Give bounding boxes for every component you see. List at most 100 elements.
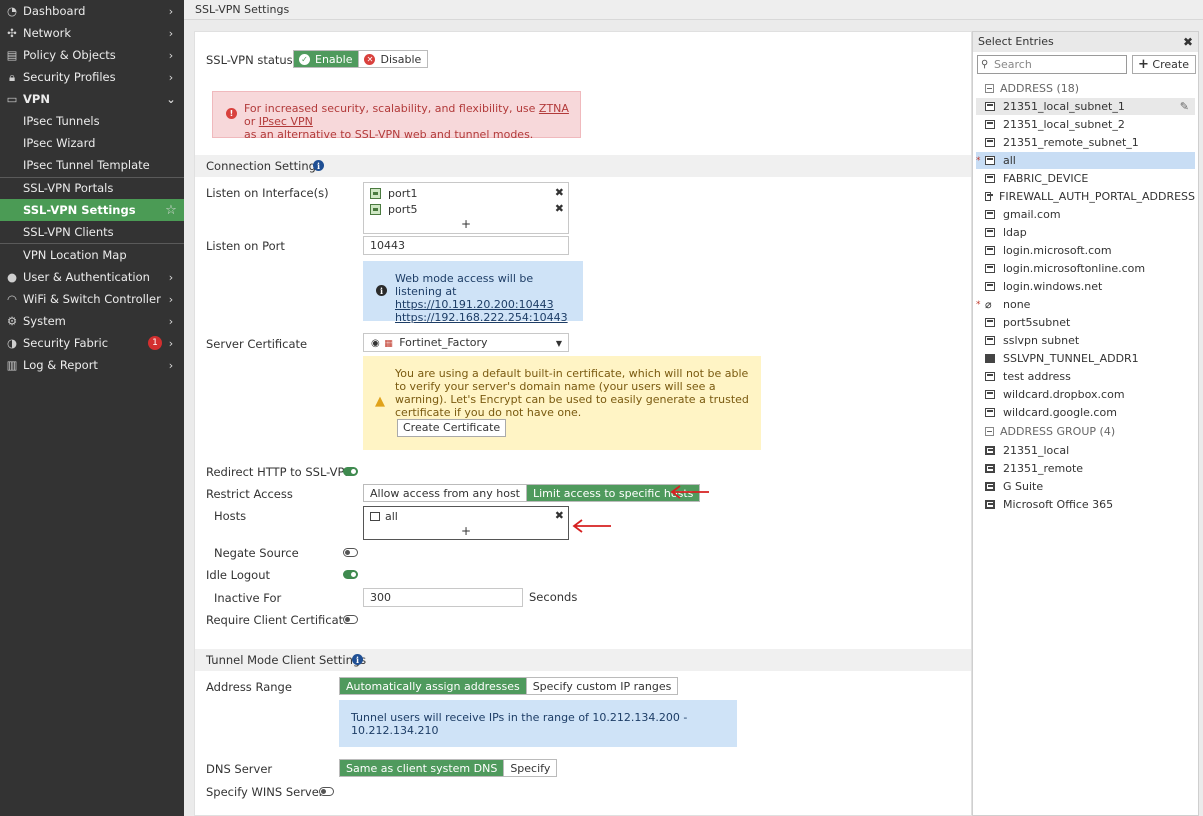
- list-item[interactable]: wildcard.dropbox.com: [976, 386, 1195, 403]
- add-icon[interactable]: +: [461, 524, 471, 538]
- list-item[interactable]: login.microsoftonline.com: [976, 260, 1195, 277]
- list-item[interactable]: gmail.com: [976, 206, 1195, 223]
- interface-selector[interactable]: port1 ✖ port5 ✖ +: [363, 182, 569, 234]
- list-item[interactable]: test address: [976, 368, 1195, 385]
- sidebar-item-sslvpn-settings[interactable]: SSL-VPN Settings ☆: [0, 199, 184, 221]
- auto-assign-button[interactable]: Automatically assign addresses: [340, 678, 526, 694]
- address-group-icon: [985, 482, 995, 491]
- listen-port-input[interactable]: 10443: [363, 236, 569, 255]
- client-certificate-toggle[interactable]: [343, 615, 358, 624]
- address-category[interactable]: ADDRESS (18): [976, 80, 1195, 97]
- redirect-http-toggle[interactable]: [343, 467, 358, 476]
- x-circle-icon: ✕: [364, 53, 376, 65]
- enable-button[interactable]: ✓ Enable: [294, 51, 359, 67]
- custom-ip-ranges-button[interactable]: Specify custom IP ranges: [525, 678, 678, 694]
- sidebar-item-label: VPN Location Map: [23, 248, 127, 262]
- list-item[interactable]: sslvpn subnet: [976, 332, 1195, 349]
- list-item[interactable]: Microsoft Office 365: [976, 496, 1195, 513]
- sidebar-item-security-profiles[interactable]: 🔒︎ Security Profiles ›: [0, 66, 184, 88]
- create-button[interactable]: + Create: [1132, 55, 1196, 74]
- add-icon[interactable]: +: [461, 217, 471, 231]
- wins-servers-toggle[interactable]: [319, 787, 334, 796]
- address-group-category[interactable]: ADDRESS GROUP (4): [976, 423, 1195, 440]
- host-entry: all: [370, 509, 398, 523]
- info-icon[interactable]: i: [352, 654, 363, 665]
- sidebar-item-wifi-switch[interactable]: ◠ WiFi & Switch Controller ›: [0, 288, 184, 310]
- page-title: SSL-VPN Settings: [184, 0, 1203, 20]
- sidebar-item-network[interactable]: ✣ Network ›: [0, 22, 184, 44]
- sidebar-item-user-authentication[interactable]: ● User & Authentication ›: [0, 266, 184, 288]
- arrow-annotation: [670, 485, 709, 499]
- entry-label: login.microsoft.com: [1003, 244, 1112, 257]
- sidebar-item-system[interactable]: ⚙ System ›: [0, 310, 184, 332]
- ztna-link[interactable]: ZTNA: [539, 102, 569, 115]
- allow-any-host-button[interactable]: Allow access from any host: [364, 485, 526, 501]
- list-item[interactable]: SSLVPN_TUNNEL_ADDR1: [976, 350, 1195, 367]
- list-item[interactable]: * ⌀ none: [976, 296, 1195, 313]
- list-item[interactable]: 21351_remote: [976, 460, 1195, 477]
- category-label: ADDRESS (18): [1000, 82, 1080, 95]
- sidebar-item-label: IPsec Tunnels: [23, 114, 100, 128]
- info-icon[interactable]: i: [313, 160, 324, 171]
- sidebar-item-policy-objects[interactable]: ▤ Policy & Objects ›: [0, 44, 184, 66]
- list-item[interactable]: * all: [976, 152, 1195, 169]
- list-item[interactable]: FIREWALL_AUTH_PORTAL_ADDRESS: [976, 188, 1195, 205]
- specify-dns-button[interactable]: Specify: [503, 760, 556, 776]
- info-text: Web mode access will be listening at: [395, 272, 534, 298]
- list-item[interactable]: 21351_remote_subnet_1: [976, 134, 1195, 151]
- disable-button[interactable]: ✕ Disable: [358, 51, 427, 67]
- sidebar-item-sslvpn-portals[interactable]: SSL-VPN Portals: [0, 177, 184, 199]
- server-certificate-select[interactable]: ◉ ▦ Fortinet_Factory ▼: [363, 333, 569, 352]
- alert-text: or: [244, 115, 259, 128]
- inactive-for-input[interactable]: 300: [363, 588, 523, 607]
- list-item[interactable]: FABRIC_DEVICE: [976, 170, 1195, 187]
- list-item[interactable]: 21351_local: [976, 442, 1195, 459]
- remove-icon[interactable]: ✖: [555, 509, 564, 522]
- create-certificate-button[interactable]: Create Certificate: [397, 419, 507, 437]
- url-link[interactable]: https://10.191.20.200:10443: [395, 298, 554, 311]
- list-item[interactable]: wildcard.google.com: [976, 404, 1195, 421]
- search-input[interactable]: ⚲ Search: [977, 55, 1127, 74]
- list-item[interactable]: login.windows.net: [976, 278, 1195, 295]
- sidebar-item-ipsec-tunnel-template[interactable]: IPsec Tunnel Template: [0, 154, 184, 176]
- remove-icon[interactable]: ✖: [555, 202, 564, 215]
- sidebar-item-log-report[interactable]: ▥ Log & Report ›: [0, 354, 184, 376]
- list-item[interactable]: G Suite: [976, 478, 1195, 495]
- sidebar-item-security-fabric[interactable]: ◑ Security Fabric 1 ›: [0, 332, 184, 354]
- address-range-label: Address Range: [206, 680, 292, 694]
- close-icon[interactable]: ✖: [1183, 32, 1193, 52]
- sidebar-item-dashboard[interactable]: ◔ Dashboard ›: [0, 0, 184, 22]
- list-item[interactable]: port5subnet: [976, 314, 1195, 331]
- redirect-http-label: Redirect HTTP to SSL-VPN: [206, 465, 354, 479]
- ipsec-vpn-link[interactable]: IPsec VPN: [259, 115, 313, 128]
- idle-logout-toggle[interactable]: [343, 570, 358, 579]
- idle-logout-label: Idle Logout: [206, 568, 270, 582]
- sidebar-item-ipsec-wizard[interactable]: IPsec Wizard: [0, 132, 184, 154]
- url-link[interactable]: https://192.168.222.254:10443: [395, 311, 568, 324]
- alert-text: as an alternative to SSL-VPN web and tun…: [244, 128, 534, 141]
- list-item[interactable]: ldap: [976, 224, 1195, 241]
- chevron-right-icon: ›: [168, 48, 174, 62]
- address-icon: [985, 372, 995, 381]
- remove-icon[interactable]: ✖: [555, 186, 564, 199]
- sidebar-item-label: Network: [23, 26, 72, 40]
- restrict-access-label: Restrict Access: [206, 487, 293, 501]
- none-icon: ⌀: [985, 298, 992, 311]
- star-icon[interactable]: ☆: [165, 203, 177, 218]
- sidebar-item-vpn-location-map[interactable]: VPN Location Map: [0, 244, 184, 266]
- list-item[interactable]: 21351_local_subnet_1 ✎: [976, 98, 1195, 115]
- seconds-label: Seconds: [529, 590, 578, 604]
- sidebar-item-vpn[interactable]: ▭ VPN ⌄: [0, 88, 184, 110]
- sidebar-item-ipsec-tunnels[interactable]: IPsec Tunnels: [0, 110, 184, 132]
- same-as-client-dns-button[interactable]: Same as client system DNS: [340, 760, 504, 776]
- list-item[interactable]: login.microsoft.com: [976, 242, 1195, 259]
- search-placeholder: Search: [994, 58, 1032, 71]
- list-item[interactable]: 21351_local_subnet_2: [976, 116, 1195, 133]
- entry-label: 21351_local_subnet_1: [1003, 100, 1125, 113]
- edit-icon[interactable]: ✎: [1180, 100, 1189, 113]
- negate-source-toggle[interactable]: [343, 548, 358, 557]
- address-icon: [985, 408, 995, 417]
- hosts-selector[interactable]: all ✖ +: [363, 506, 569, 540]
- web-mode-info: i Web mode access will be listening at h…: [363, 261, 583, 324]
- sidebar-item-sslvpn-clients[interactable]: SSL-VPN Clients: [0, 221, 184, 243]
